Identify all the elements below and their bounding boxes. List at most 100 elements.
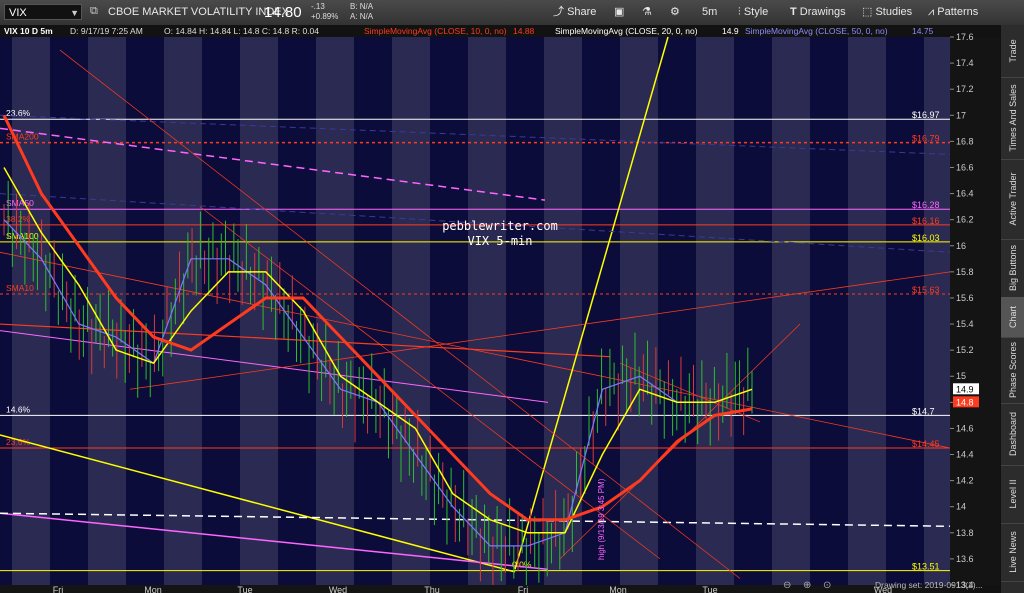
y-tick-label: 15.2 bbox=[956, 345, 974, 355]
header-sma20: SimpleMovingAvg (CLOSE, 20, 0, no) bbox=[555, 26, 698, 36]
sidebar-tab-chart[interactable]: Chart bbox=[1001, 297, 1024, 338]
x-tick-label: Mon bbox=[609, 585, 627, 593]
sidebar-tab-live-news[interactable]: Live News bbox=[1001, 523, 1024, 582]
zoom-out-icon[interactable]: ⊖ bbox=[783, 580, 791, 591]
header-date: D: 9/17/19 7:25 AM bbox=[70, 26, 143, 36]
level-right-label: $16.97 bbox=[912, 110, 940, 120]
drawings-button[interactable]: T Drawings bbox=[790, 0, 846, 25]
change-percent: +0.89% bbox=[311, 12, 339, 21]
settings-button[interactable]: ⚙ bbox=[670, 0, 680, 25]
header-ohlc: O: 14.84 H: 14.84 L: 14.8 C: 14.8 R: 0.0… bbox=[164, 26, 319, 36]
flask-button[interactable]: ⚗ bbox=[642, 0, 652, 25]
bid-value: B: N/A bbox=[350, 2, 374, 11]
zoom-in-icon[interactable]: ⊕ bbox=[803, 580, 811, 591]
ask-value: A: N/A bbox=[350, 12, 374, 21]
level-right-label: $14.45 bbox=[912, 439, 940, 449]
level-right-label: $16.79 bbox=[912, 134, 940, 144]
sidebar-tab-label: Active Trader bbox=[1007, 172, 1018, 226]
studies-icon: ⬚ bbox=[862, 6, 876, 18]
watermark-subtitle: VIX 5-min bbox=[467, 234, 532, 248]
level-right-label: $14.7 bbox=[912, 406, 935, 416]
timeframe-button[interactable]: 5m bbox=[702, 0, 717, 25]
x-tick-label: Fri bbox=[518, 585, 529, 593]
timeframe-label: 5m bbox=[702, 6, 718, 18]
level-left-label: 38.2% bbox=[6, 214, 31, 224]
y-tick-label: 13.8 bbox=[956, 528, 974, 538]
y-tick-label: 17 bbox=[956, 110, 966, 120]
share-button[interactable]: ⤴ Share bbox=[553, 0, 596, 25]
header-sma20-val: 14.9 bbox=[722, 26, 739, 36]
sidebar-tab-label: Phase Scores bbox=[1007, 341, 1018, 399]
x-tick-label: Tue bbox=[237, 585, 252, 593]
sidebar-tab-label: Level II bbox=[1007, 479, 1018, 509]
link-icon[interactable]: ⧉ bbox=[90, 5, 98, 18]
level-right-label: $16.28 bbox=[912, 200, 940, 210]
y-tick-label: 14 bbox=[956, 502, 966, 512]
x-tick-label: Thu bbox=[424, 585, 440, 593]
patterns-label: Patterns bbox=[937, 6, 979, 18]
style-button[interactable]: ⫶ Style bbox=[738, 0, 768, 25]
zoom-controls[interactable]: ⊖ ⊕ ⊙ bbox=[783, 580, 831, 591]
level-left-label: 14.6% bbox=[6, 404, 31, 414]
last-price: 14.80 bbox=[264, 4, 302, 21]
y-tick-label: 15.8 bbox=[956, 267, 974, 277]
y-tick-label: 16.8 bbox=[956, 136, 974, 146]
patterns-icon: ⩘ bbox=[928, 6, 938, 18]
y-tick-label: 16 bbox=[956, 241, 966, 251]
price-change: -.13 +0.89% bbox=[311, 2, 338, 22]
flask-icon: ⚗ bbox=[642, 6, 652, 18]
fit-icon[interactable]: ⊙ bbox=[823, 580, 831, 591]
price-flag-label: 14.8 bbox=[956, 397, 974, 407]
sidebar-tab-trade[interactable]: Trade bbox=[1001, 25, 1024, 78]
sidebar-tab-dashboard[interactable]: Dashboard bbox=[1001, 403, 1024, 466]
price-chart[interactable]: $16.9723.6%$16.79SMA200$16.28SMA50$16.16… bbox=[0, 25, 1001, 593]
y-tick-label: 14.2 bbox=[956, 476, 974, 486]
studies-label: Studies bbox=[875, 6, 913, 18]
sidebar-tab-big-buttons[interactable]: Big Buttons bbox=[1001, 239, 1024, 298]
drawings-icon: T bbox=[790, 6, 800, 18]
y-tick-label: 16.2 bbox=[956, 215, 974, 225]
y-tick-label: 15.6 bbox=[956, 293, 974, 303]
drawings-label: Drawings bbox=[799, 6, 846, 18]
y-tick-label: 17.4 bbox=[956, 58, 974, 68]
level-right-label: $16.16 bbox=[912, 216, 940, 226]
high-annotation: high (9/13/19 3:45 PM) bbox=[597, 478, 606, 560]
y-tick-label: 13.6 bbox=[956, 554, 974, 564]
level-left-label: SMA10 bbox=[6, 283, 34, 293]
style-label: Style bbox=[743, 6, 769, 18]
sidebar-tab-label: Trade bbox=[1007, 39, 1018, 63]
sidebar-tab-label: Big Buttons bbox=[1007, 244, 1018, 292]
sidebar-tab-level-ii[interactable]: Level II bbox=[1001, 465, 1024, 524]
sidebar-tab-label: Live News bbox=[1007, 531, 1018, 573]
x-tick-label: Mon bbox=[144, 585, 162, 593]
symbol-description: CBOE MARKET VOLATILITY INDEX bbox=[108, 6, 289, 18]
header-sma50-val: 14.75 bbox=[912, 26, 934, 36]
y-tick-label: 15 bbox=[956, 371, 966, 381]
sidebar-tab-phase-scores[interactable]: Phase Scores bbox=[1001, 337, 1024, 404]
gear-icon: ⚙ bbox=[670, 6, 680, 18]
patterns-button[interactable]: ⩘ Patterns bbox=[928, 0, 978, 25]
x-tick-label: Tue bbox=[702, 585, 717, 593]
chevron-down-icon[interactable]: ▼ bbox=[70, 5, 79, 21]
sidebar-tab-label: Dashboard bbox=[1007, 411, 1018, 457]
print-button[interactable]: ▣ bbox=[614, 0, 624, 25]
change-value: -.13 bbox=[311, 2, 325, 11]
level-right-label: $13.51 bbox=[912, 562, 940, 572]
sidebar-tab-active-trader[interactable]: Active Trader bbox=[1001, 159, 1024, 240]
right-sidebar: Trade Times And Sales Active Trader Big But… bbox=[1000, 25, 1024, 593]
watermark-site: pebblewriter.com bbox=[442, 219, 558, 233]
symbol-input[interactable]: VIX ▼ bbox=[4, 4, 82, 20]
top-toolbar: VIX ▼ ⧉ CBOE MARKET VOLATILITY INDEX 14.… bbox=[0, 0, 1024, 26]
y-tick-label: 16.4 bbox=[956, 189, 974, 199]
header-sma10: SimpleMovingAvg (CLOSE, 10, 0, no) bbox=[364, 26, 507, 36]
header-sma10-val: 14.88 bbox=[513, 26, 535, 36]
level-left-label: SMA50 bbox=[6, 198, 34, 208]
y-tick-label: 17.6 bbox=[956, 32, 974, 42]
sidebar-tab-label: Times And Sales bbox=[1007, 84, 1018, 152]
studies-button[interactable]: ⬚ Studies bbox=[862, 0, 912, 25]
y-tick-label: 16.6 bbox=[956, 162, 974, 172]
y-tick-label: 17.2 bbox=[956, 84, 974, 94]
sidebar-tab-times-and-sales[interactable]: Times And Sales bbox=[1001, 77, 1024, 160]
price-flag-label: 14.9 bbox=[956, 384, 974, 394]
drawing-set-label: Drawing set: 2019-0913(2)... bbox=[875, 580, 983, 590]
